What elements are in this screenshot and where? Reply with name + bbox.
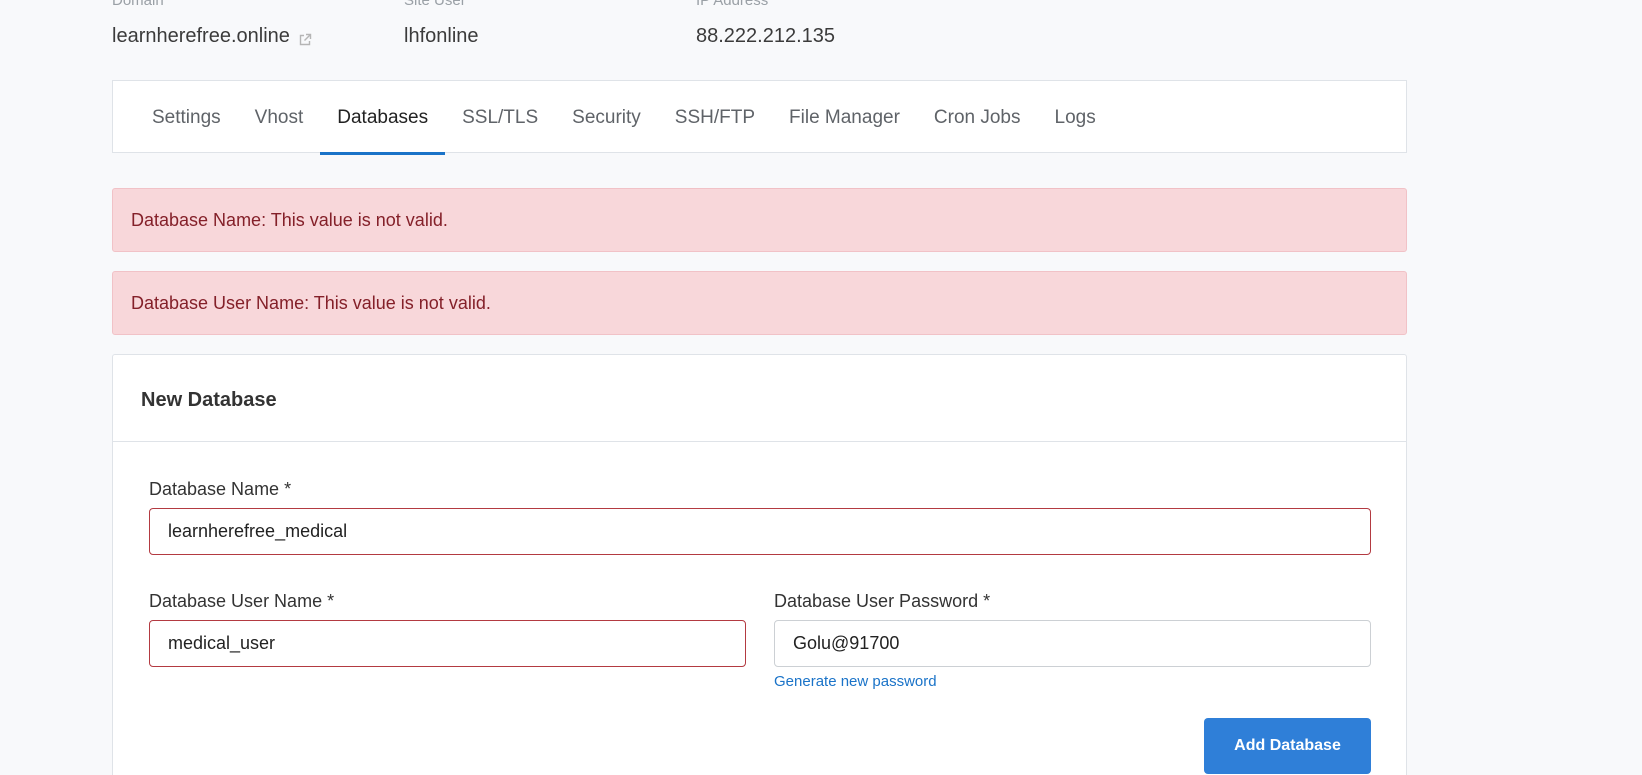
- ip-address-value: 88.222.212.135: [696, 25, 836, 47]
- site-user-info: Site User lhfonline: [404, 0, 696, 48]
- database-user-password-label: Database User Password *: [774, 591, 991, 611]
- generate-password-link[interactable]: Generate new password: [774, 673, 937, 690]
- tab-vhost[interactable]: Vhost: [238, 81, 321, 154]
- site-user-label: Site User: [404, 0, 466, 9]
- site-user-value: lhfonline: [404, 25, 479, 47]
- domain-label: Domain: [112, 0, 164, 9]
- add-database-button[interactable]: Add Database: [1204, 718, 1371, 774]
- database-name-input[interactable]: learnherefree_medical: [149, 508, 1371, 555]
- page: Domain learnherefree.online Site User lh…: [0, 0, 1642, 775]
- ip-address-info: IP Address 88.222.212.135: [696, 0, 996, 48]
- tab-ssh-ftp[interactable]: SSH/FTP: [658, 81, 772, 154]
- database-user-password-input[interactable]: Golu@91700: [774, 620, 1371, 667]
- tab-file-manager[interactable]: File Manager: [772, 81, 917, 154]
- site-info: Domain learnherefree.online Site User lh…: [112, 0, 996, 48]
- new-database-card: New Database Database Name * learnherefr…: [112, 354, 1407, 775]
- error-alert-database-name: Database Name: This value is not valid.: [112, 188, 1407, 252]
- database-user-name-label: Database User Name *: [149, 591, 335, 611]
- tab-security[interactable]: Security: [555, 81, 658, 154]
- external-link-icon[interactable]: [298, 29, 312, 46]
- domain-info: Domain learnherefree.online: [112, 0, 404, 48]
- domain-link[interactable]: learnherefree.online: [112, 24, 290, 48]
- site-tabs: Settings Vhost Databases SSL/TLS Securit…: [112, 80, 1407, 155]
- error-alert-database-user-name: Database User Name: This value is not va…: [112, 271, 1407, 335]
- tab-logs[interactable]: Logs: [1038, 81, 1113, 154]
- database-user-name-input[interactable]: medical_user: [149, 620, 746, 667]
- tab-databases[interactable]: Databases: [320, 81, 445, 155]
- tab-settings[interactable]: Settings: [135, 81, 238, 154]
- tab-ssl-tls[interactable]: SSL/TLS: [445, 81, 555, 154]
- domain-value-row: learnherefree.online: [112, 24, 404, 48]
- tab-cron-jobs[interactable]: Cron Jobs: [917, 81, 1038, 154]
- ip-address-label: IP Address: [696, 0, 769, 9]
- database-name-label: Database Name *: [149, 479, 292, 499]
- card-title: New Database: [113, 355, 1406, 442]
